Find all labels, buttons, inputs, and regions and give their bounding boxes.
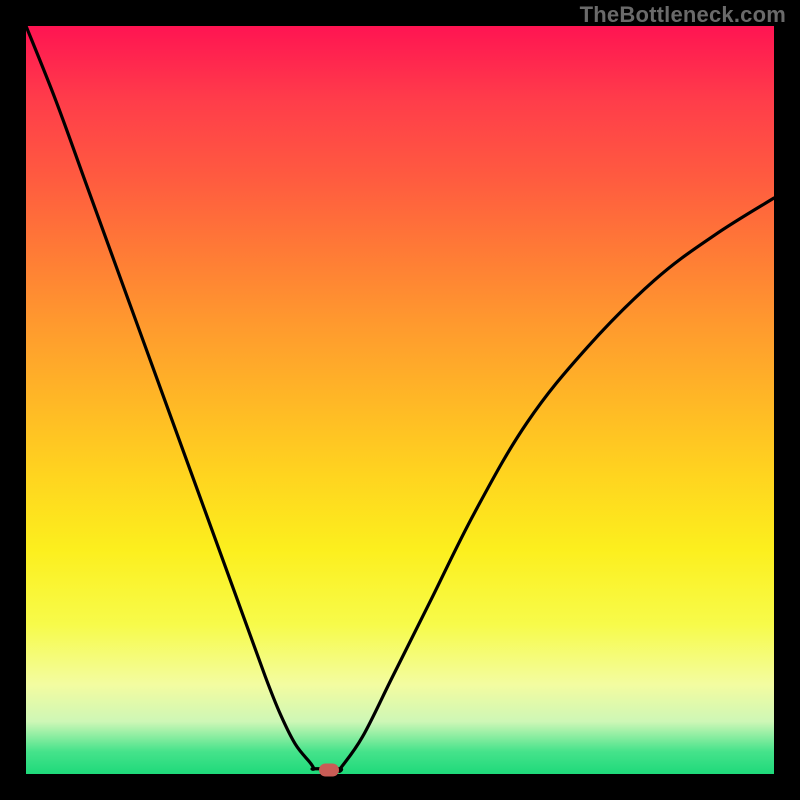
optimum-marker bbox=[319, 763, 339, 776]
watermark-text: TheBottleneck.com bbox=[580, 2, 786, 28]
curve-path bbox=[26, 26, 774, 771]
bottleneck-curve bbox=[26, 26, 774, 774]
plot-area bbox=[26, 26, 774, 774]
chart-frame: TheBottleneck.com bbox=[0, 0, 800, 800]
